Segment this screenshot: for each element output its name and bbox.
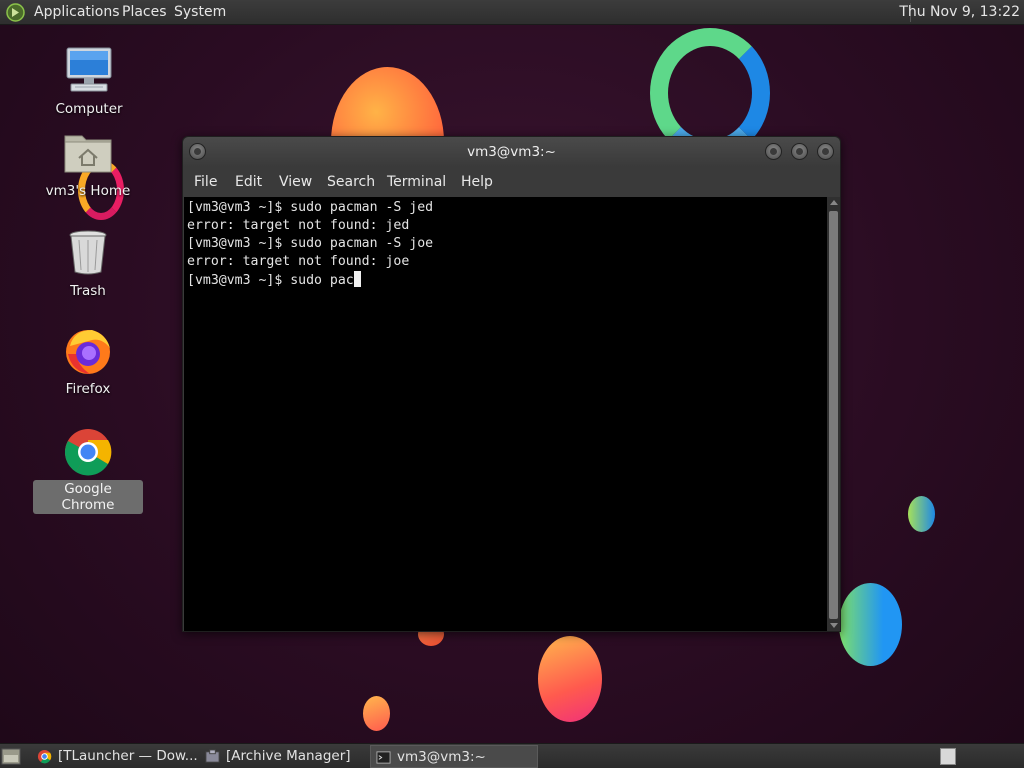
- terminal-prompt-line: [vm3@vm3 ~]$ sudo pac: [187, 271, 827, 290]
- terminal-line: error: target not found: joe: [187, 254, 410, 269]
- desktop-icon-label: Computer: [55, 101, 123, 117]
- terminal-window[interactable]: vm3@vm3:~ File Edit View Search Terminal…: [182, 136, 841, 632]
- menu-file[interactable]: File: [194, 174, 217, 190]
- desktop-icon-trash[interactable]: Trash: [33, 228, 143, 300]
- firefox-icon: [66, 330, 110, 374]
- terminal-scrollbar[interactable]: [827, 197, 840, 631]
- desktop-icon-home[interactable]: vm3's Home: [33, 128, 143, 200]
- desktop-icon-computer[interactable]: Computer: [34, 46, 144, 118]
- menu-terminal[interactable]: Terminal: [387, 174, 446, 190]
- workspace-switcher[interactable]: [940, 748, 956, 765]
- desktop-icon-label: Google Chrome: [33, 480, 143, 514]
- desktop-icon-label: vm3's Home: [45, 183, 131, 199]
- terminal-menubar: File Edit View Search Terminal Help: [183, 167, 840, 197]
- terminal-line: [vm3@vm3 ~]$ sudo pac: [187, 273, 354, 288]
- chrome-icon: [37, 749, 52, 764]
- wallpaper-blob: [908, 496, 935, 532]
- terminal-line: error: target not found: jed: [187, 218, 410, 233]
- terminal-screen[interactable]: [vm3@vm3 ~]$ sudo pacman -S jed error: ta…: [184, 197, 827, 631]
- taskbar-item-tlauncher[interactable]: [TLauncher — Dow...: [32, 745, 200, 768]
- chrome-icon: [64, 429, 112, 476]
- trash-icon: [69, 230, 107, 275]
- taskbar-item-archive-manager[interactable]: [Archive Manager]: [200, 745, 368, 768]
- clock[interactable]: Thu Nov 9, 13:22: [899, 4, 1020, 20]
- wallpaper-blob: [839, 583, 902, 666]
- wallpaper-blob: [363, 696, 390, 731]
- terminal-line: [vm3@vm3 ~]$ sudo pacman -S joe: [187, 236, 434, 251]
- terminal-icon: [376, 751, 391, 764]
- applications-menu[interactable]: Applications: [34, 4, 120, 20]
- bottom-panel: [TLauncher — Dow... [Archive Manager] vm…: [0, 743, 1024, 768]
- menu-view[interactable]: View: [279, 174, 312, 190]
- home-folder-icon: [64, 135, 112, 173]
- menu-help[interactable]: Help: [461, 174, 493, 190]
- desktop-icon-label: Firefox: [65, 381, 111, 397]
- scroll-down-arrow-icon[interactable]: [830, 623, 838, 628]
- scroll-up-arrow-icon[interactable]: [830, 200, 838, 205]
- taskbar-item-terminal[interactable]: vm3@vm3:~: [370, 745, 538, 768]
- taskbar-item-label: vm3@vm3:~: [397, 749, 486, 765]
- window-menu-button[interactable]: [189, 143, 206, 160]
- desktop-icon-firefox[interactable]: Firefox: [33, 326, 143, 398]
- maximize-button[interactable]: [791, 143, 808, 160]
- wallpaper-blob: [538, 636, 602, 722]
- minimize-button[interactable]: [765, 143, 782, 160]
- desktop-icon-label: Trash: [70, 283, 106, 299]
- window-title: vm3@vm3:~: [467, 144, 556, 160]
- mate-logo-icon[interactable]: [6, 3, 25, 22]
- system-menu[interactable]: System: [174, 4, 226, 20]
- menu-edit[interactable]: Edit: [235, 174, 262, 190]
- computer-icon: [66, 47, 112, 92]
- taskbar-item-label: [Archive Manager]: [226, 748, 351, 764]
- window-titlebar[interactable]: vm3@vm3:~: [183, 137, 840, 167]
- show-desktop-icon[interactable]: [0, 747, 22, 766]
- desktop-icon-chrome[interactable]: Google Chrome: [33, 426, 143, 514]
- menu-search[interactable]: Search: [327, 174, 375, 190]
- scrollbar-thumb[interactable]: [829, 211, 838, 619]
- text-cursor: [353, 271, 361, 287]
- close-button[interactable]: [817, 143, 834, 160]
- archive-manager-icon: [205, 749, 220, 763]
- top-panel: Applications Places System Thu Nov 9, 13…: [0, 0, 1024, 25]
- places-menu[interactable]: Places: [122, 4, 167, 20]
- taskbar-item-label: [TLauncher — Dow...: [58, 748, 198, 764]
- terminal-line: [vm3@vm3 ~]$ sudo pacman -S jed: [187, 200, 434, 215]
